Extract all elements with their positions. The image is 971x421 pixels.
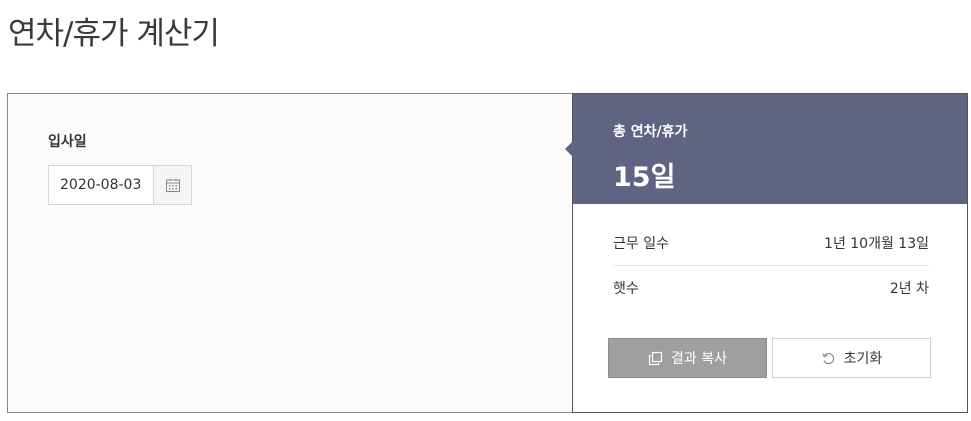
detail-row-years: 햇수 2년 차 bbox=[613, 265, 929, 310]
result-header: 총 연차/휴가 15일 bbox=[565, 94, 967, 204]
page-title: 연차/휴가 계산기 bbox=[8, 16, 220, 52]
work-days-value: 1년 10개월 13일 bbox=[824, 235, 929, 252]
reset-label: 초기화 bbox=[843, 351, 883, 367]
copy-result-label: 결과 복사 bbox=[671, 351, 727, 367]
total-leave-label: 총 연차/휴가 bbox=[613, 124, 688, 140]
result-card: 총 연차/휴가 15일 근무 일수 1년 10개월 13일 햇수 2년 차 결과… bbox=[565, 93, 968, 413]
start-date-group bbox=[48, 165, 192, 205]
start-date-label: 입사일 bbox=[48, 134, 87, 150]
work-days-label: 근무 일수 bbox=[613, 235, 669, 252]
reset-button[interactable]: 초기화 bbox=[772, 338, 931, 378]
calendar-icon bbox=[165, 177, 181, 193]
calculator-panel: 입사일 2020-08-03 총 연차/휴가 15일 근무 일수 1년 10개월… bbox=[7, 93, 968, 413]
total-leave-value: 15일 bbox=[613, 162, 676, 193]
years-value: 2년 차 bbox=[889, 281, 929, 297]
detail-list: 근무 일수 1년 10개월 13일 햇수 2년 차 bbox=[613, 220, 929, 310]
reset-icon bbox=[821, 351, 836, 366]
start-date-input[interactable] bbox=[49, 166, 153, 204]
input-area: 입사일 bbox=[8, 94, 572, 412]
action-buttons: 결과 복사 초기화 bbox=[608, 338, 931, 378]
years-label: 햇수 bbox=[613, 281, 639, 297]
copy-icon bbox=[648, 351, 663, 366]
detail-row-work-days: 근무 일수 1년 10개월 13일 bbox=[613, 220, 929, 265]
calendar-button[interactable] bbox=[153, 166, 191, 204]
copy-result-button[interactable]: 결과 복사 bbox=[608, 338, 767, 378]
